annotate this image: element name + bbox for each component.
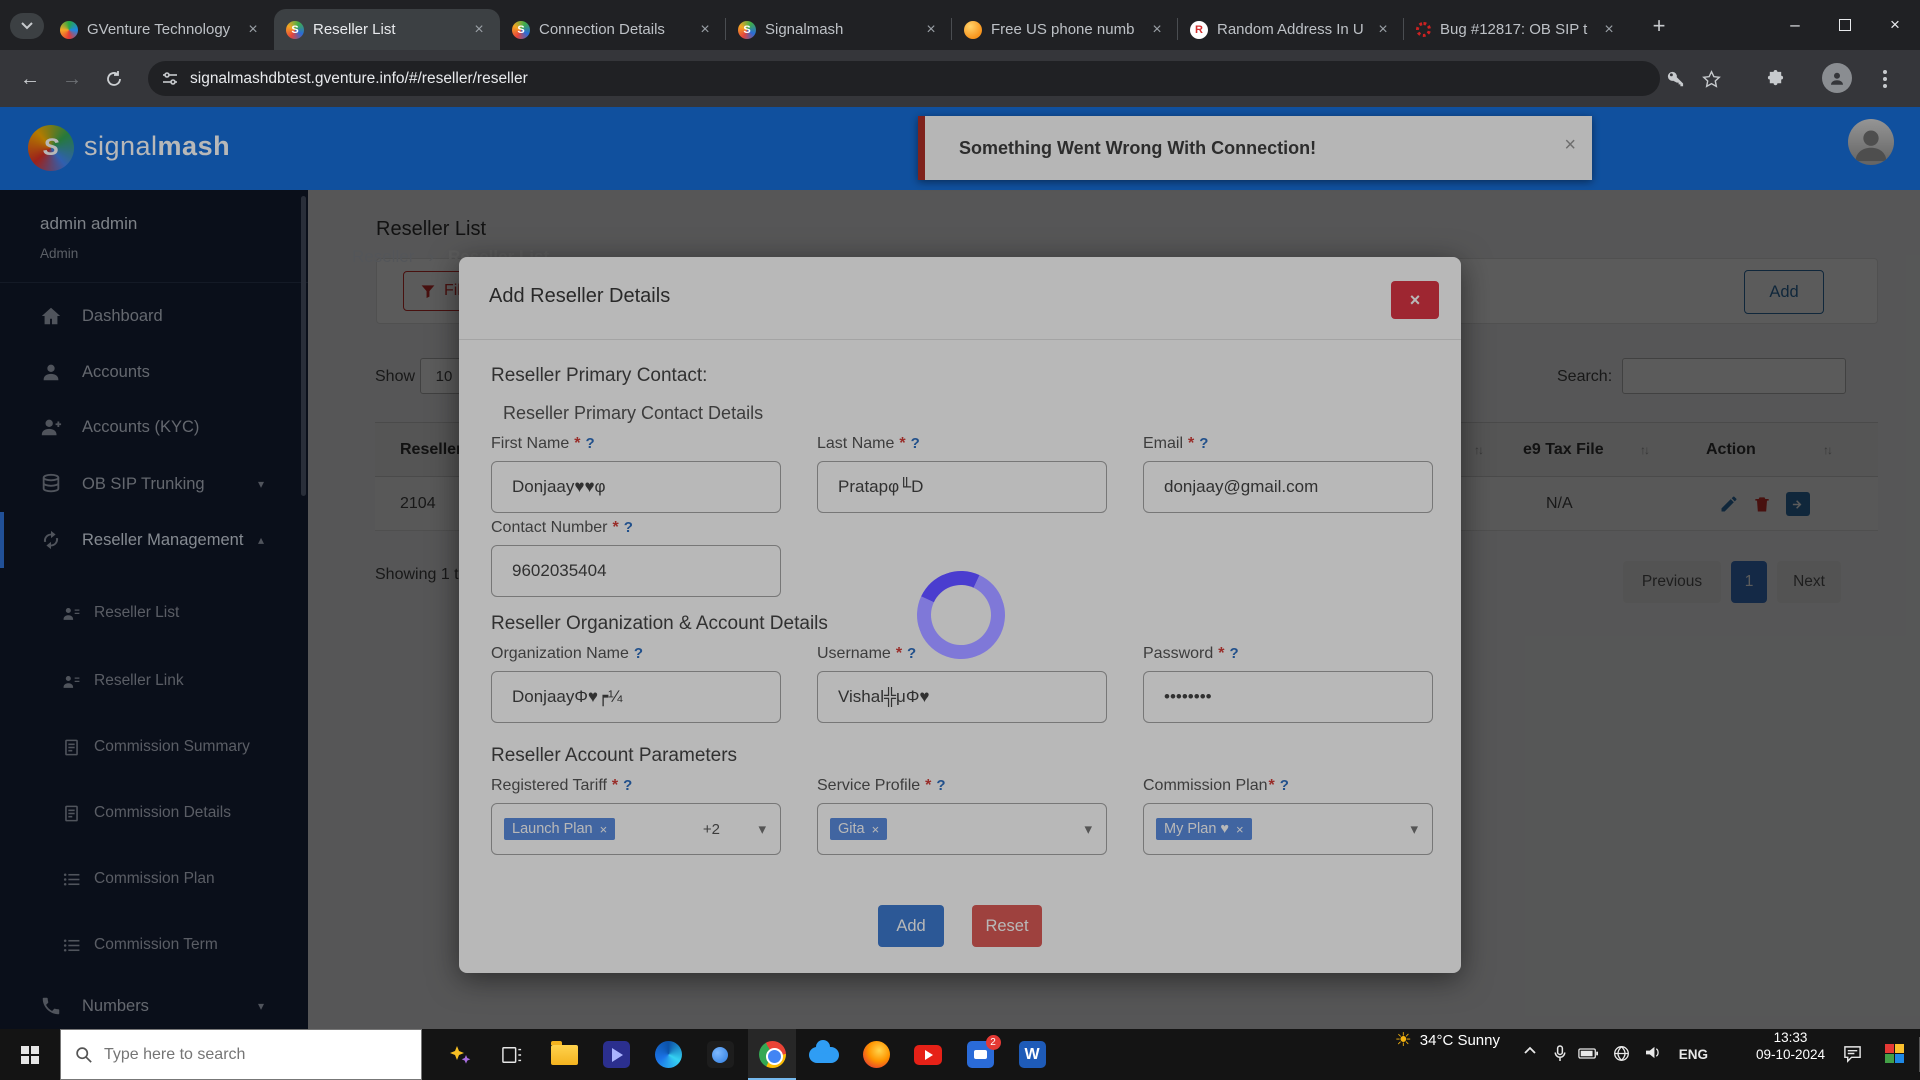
tab-title: Random Address In U bbox=[1217, 21, 1365, 38]
tab-title: Free US phone numb bbox=[991, 21, 1139, 38]
tab-title: Bug #12817: OB SIP t bbox=[1440, 21, 1591, 38]
tray-network-icon[interactable] bbox=[1613, 1045, 1630, 1062]
signalmash-favicon: S bbox=[286, 21, 304, 39]
browser-tab-random-address[interactable]: R Random Address In U × bbox=[1178, 9, 1404, 50]
screen: GVenture Technology × S Reseller List × … bbox=[0, 0, 1920, 1080]
windows-logo-icon bbox=[21, 1046, 39, 1064]
tray-clock[interactable]: 13:33 09-10-2024 bbox=[1756, 1029, 1825, 1063]
chrome-browser-icon[interactable] bbox=[748, 1029, 796, 1080]
taskbar-weather[interactable]: ☀ 34°C Sunny bbox=[1395, 1029, 1500, 1052]
phone-favicon bbox=[964, 21, 982, 39]
file-explorer-icon[interactable] bbox=[540, 1029, 588, 1080]
tray-battery-icon[interactable] bbox=[1578, 1048, 1598, 1059]
browser-tab-gventure[interactable]: GVenture Technology × bbox=[48, 9, 274, 50]
browser-menu-icon[interactable] bbox=[1872, 66, 1898, 92]
tab-close-icon[interactable]: × bbox=[1374, 21, 1392, 39]
new-tab-button[interactable]: + bbox=[1644, 13, 1674, 39]
tray-mic-icon[interactable] bbox=[1554, 1045, 1566, 1062]
action-center-icon[interactable] bbox=[1843, 1044, 1862, 1063]
window-close-button[interactable]: × bbox=[1870, 0, 1920, 50]
chevron-down-icon bbox=[21, 22, 33, 30]
redmine-favicon bbox=[1416, 22, 1431, 37]
word-app-icon[interactable]: W bbox=[1008, 1029, 1056, 1080]
maximize-icon bbox=[1839, 19, 1851, 31]
gventure-favicon bbox=[60, 21, 78, 39]
reload-button[interactable] bbox=[98, 63, 130, 95]
tray-language-indicator[interactable]: ENG bbox=[1679, 1047, 1708, 1062]
weather-text: 34°C Sunny bbox=[1420, 1032, 1500, 1049]
tray-speaker-icon[interactable] bbox=[1645, 1045, 1662, 1060]
firefox-browser-icon[interactable] bbox=[852, 1029, 900, 1080]
browser-tab-bug-12817[interactable]: Bug #12817: OB SIP t × bbox=[1404, 9, 1630, 50]
window-controls: – × bbox=[1770, 0, 1920, 50]
search-icon bbox=[75, 1046, 92, 1063]
media-player-icon[interactable] bbox=[592, 1029, 640, 1080]
person-icon bbox=[1828, 69, 1846, 87]
taskbar-search-input[interactable] bbox=[104, 1046, 384, 1064]
tray-colorful-app-icon[interactable] bbox=[1885, 1044, 1904, 1063]
tab-title: Connection Details bbox=[539, 21, 687, 38]
window-maximize-button[interactable] bbox=[1820, 0, 1870, 50]
youtube-icon[interactable] bbox=[904, 1029, 952, 1080]
browser-tab-signalmash[interactable]: S Signalmash × bbox=[726, 9, 952, 50]
window-minimize-button[interactable]: – bbox=[1770, 0, 1820, 50]
extensions-puzzle-icon[interactable] bbox=[1762, 66, 1788, 92]
sun-icon: ☀ bbox=[1395, 1029, 1412, 1052]
tab-close-icon[interactable]: × bbox=[1148, 21, 1166, 39]
signalmash-favicon: S bbox=[512, 21, 530, 39]
tab-close-icon[interactable]: × bbox=[922, 21, 940, 39]
tab-close-icon[interactable]: × bbox=[470, 21, 488, 39]
site-info-icon bbox=[162, 71, 178, 87]
edge-browser-icon[interactable] bbox=[644, 1029, 692, 1080]
url-bar[interactable]: signalmashdbtest.gventure.info/#/reselle… bbox=[148, 61, 1660, 96]
tab-close-icon[interactable]: × bbox=[244, 21, 262, 39]
tab-close-icon[interactable]: × bbox=[696, 21, 714, 39]
browser-tab-reseller-list[interactable]: S Reseller List × bbox=[274, 9, 500, 50]
tab-close-icon[interactable]: × bbox=[1600, 21, 1618, 39]
browser-tab-strip: GVenture Technology × S Reseller List × … bbox=[0, 0, 1920, 50]
start-button[interactable] bbox=[0, 1029, 60, 1080]
photos-app-icon[interactable] bbox=[696, 1029, 744, 1080]
loading-overlay bbox=[0, 107, 1920, 1029]
browser-profile-avatar[interactable] bbox=[1822, 63, 1852, 93]
sparkle-icon[interactable] bbox=[436, 1029, 484, 1080]
tray-time: 13:33 bbox=[1756, 1029, 1825, 1046]
browser-tab-connection-details[interactable]: S Connection Details × bbox=[500, 9, 726, 50]
windows-taskbar: 2 W ☀ 34°C Sunny ENG 13:33 09-10-2024 bbox=[0, 1029, 1920, 1080]
tab-title: Reseller List bbox=[313, 21, 461, 38]
notification-badge: 2 bbox=[986, 1035, 1001, 1050]
loading-spinner-icon bbox=[905, 559, 1018, 672]
tab-search-button[interactable] bbox=[10, 13, 44, 39]
tab-title: GVenture Technology bbox=[87, 21, 235, 38]
tray-date: 09-10-2024 bbox=[1756, 1046, 1825, 1063]
chat-app-icon[interactable]: 2 bbox=[956, 1029, 1004, 1080]
url-text: signalmashdbtest.gventure.info/#/reselle… bbox=[190, 70, 528, 88]
password-key-icon[interactable] bbox=[1662, 66, 1688, 92]
bookmark-star-icon[interactable] bbox=[1698, 66, 1724, 92]
task-view-icon[interactable] bbox=[488, 1029, 536, 1080]
forward-button[interactable]: → bbox=[56, 63, 88, 95]
onedrive-icon[interactable] bbox=[800, 1029, 848, 1080]
browser-toolbar: ← → signalmashdbtest.gventure.info/#/res… bbox=[0, 50, 1920, 107]
taskbar-search-box[interactable] bbox=[60, 1029, 422, 1080]
browser-tab-free-us-phone[interactable]: Free US phone numb × bbox=[952, 9, 1178, 50]
signalmash-favicon: S bbox=[738, 21, 756, 39]
reload-icon bbox=[105, 70, 123, 88]
back-button[interactable]: ← bbox=[14, 63, 46, 95]
tray-chevron-up-icon[interactable] bbox=[1524, 1046, 1536, 1054]
random-address-favicon: R bbox=[1190, 21, 1208, 39]
tab-title: Signalmash bbox=[765, 21, 913, 38]
